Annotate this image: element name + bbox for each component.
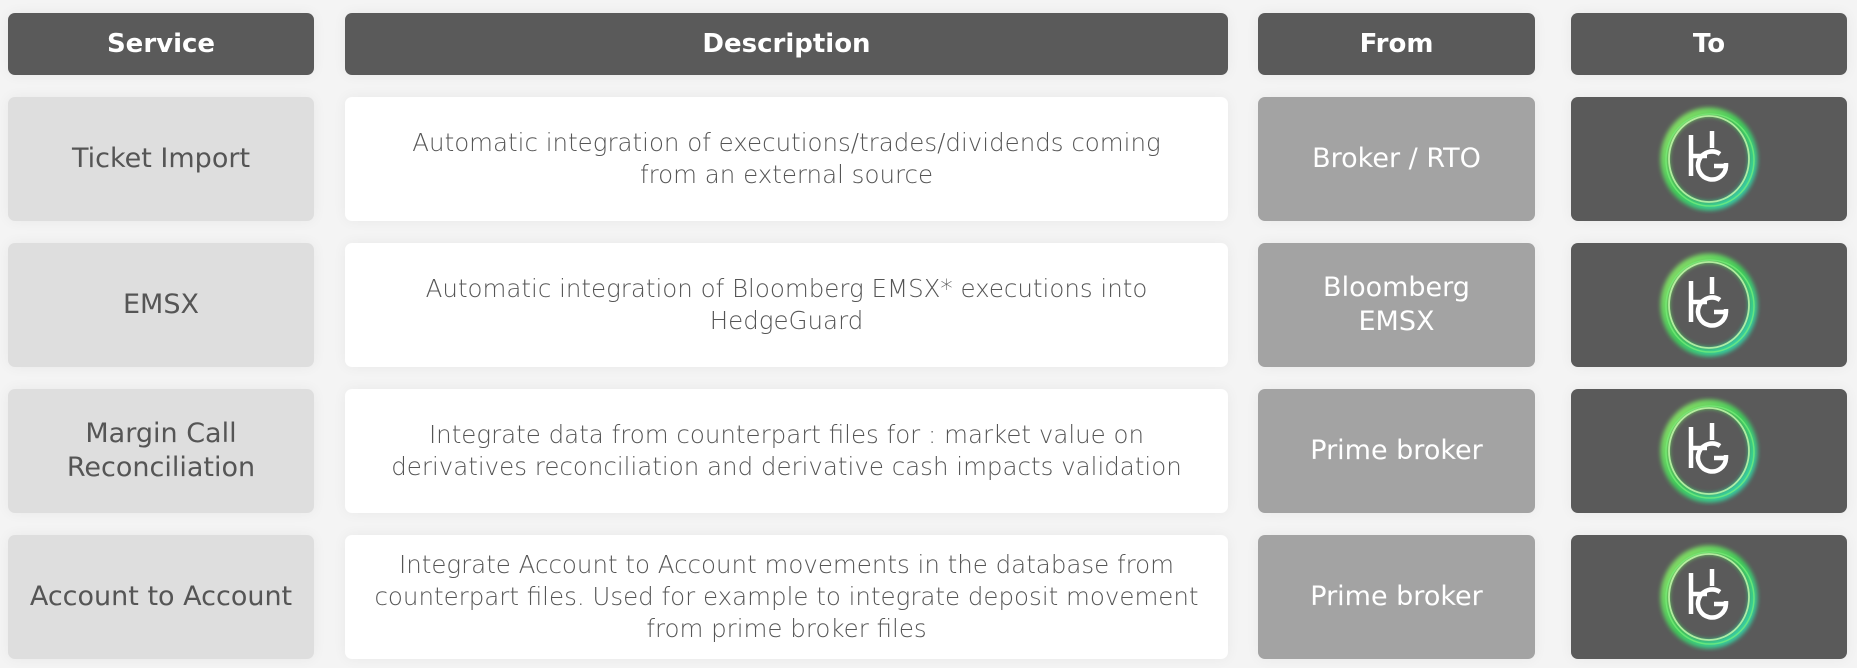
from-cell: Bloomberg EMSX — [1258, 243, 1535, 367]
description-cell: Automatic integration of Bloomberg EMSX*… — [345, 243, 1228, 367]
service-label: Margin Call Reconciliation — [66, 418, 256, 483]
service-cell: Ticket Import — [8, 97, 314, 221]
from-label: Prime broker — [1310, 435, 1483, 466]
to-cell — [1571, 535, 1847, 659]
header-service-label: Service — [106, 29, 216, 59]
service-label: Ticket Import — [71, 143, 251, 174]
hedgeguard-logo-icon — [1660, 107, 1758, 211]
header-from-label: From — [1359, 29, 1434, 59]
to-cell — [1571, 243, 1847, 367]
header-to-label: To — [1692, 29, 1726, 59]
header-service: Service — [8, 13, 314, 75]
description-text: Automatic integration of Bloomberg EMSX*… — [425, 274, 1148, 335]
description-cell: Integrate Account to Account movements i… — [345, 535, 1228, 659]
description-cell: Integrate data from counterpart files fo… — [345, 389, 1228, 513]
header-description: Description — [345, 13, 1228, 75]
service-cell: Margin Call Reconciliation — [8, 389, 314, 513]
service-label: EMSX — [123, 289, 199, 320]
header-to: To — [1571, 13, 1847, 75]
service-cell: EMSX — [8, 243, 314, 367]
description-text: Integrate Account to Account movements i… — [374, 550, 1199, 643]
from-cell: Prime broker — [1258, 535, 1535, 659]
from-label: Prime broker — [1310, 581, 1483, 612]
hedgeguard-logo-icon — [1660, 545, 1758, 649]
from-label: Bloomberg EMSX — [1323, 272, 1470, 337]
from-cell: Prime broker — [1258, 389, 1535, 513]
header-description-label: Description — [702, 29, 871, 59]
service-cell: Account to Account — [8, 535, 314, 659]
description-cell: Automatic integration of executions/trad… — [345, 97, 1228, 221]
service-label: Account to Account — [29, 581, 293, 612]
description-text: Automatic integration of executions/trad… — [412, 128, 1161, 189]
header-from: From — [1258, 13, 1535, 75]
to-cell — [1571, 97, 1847, 221]
description-text: Integrate data from counterpart files fo… — [391, 420, 1182, 481]
hedgeguard-logo-icon — [1660, 399, 1758, 503]
from-cell: Broker / RTO — [1258, 97, 1535, 221]
hedgeguard-logo-icon — [1660, 253, 1758, 357]
to-cell — [1571, 389, 1847, 513]
from-label: Broker / RTO — [1312, 143, 1481, 174]
